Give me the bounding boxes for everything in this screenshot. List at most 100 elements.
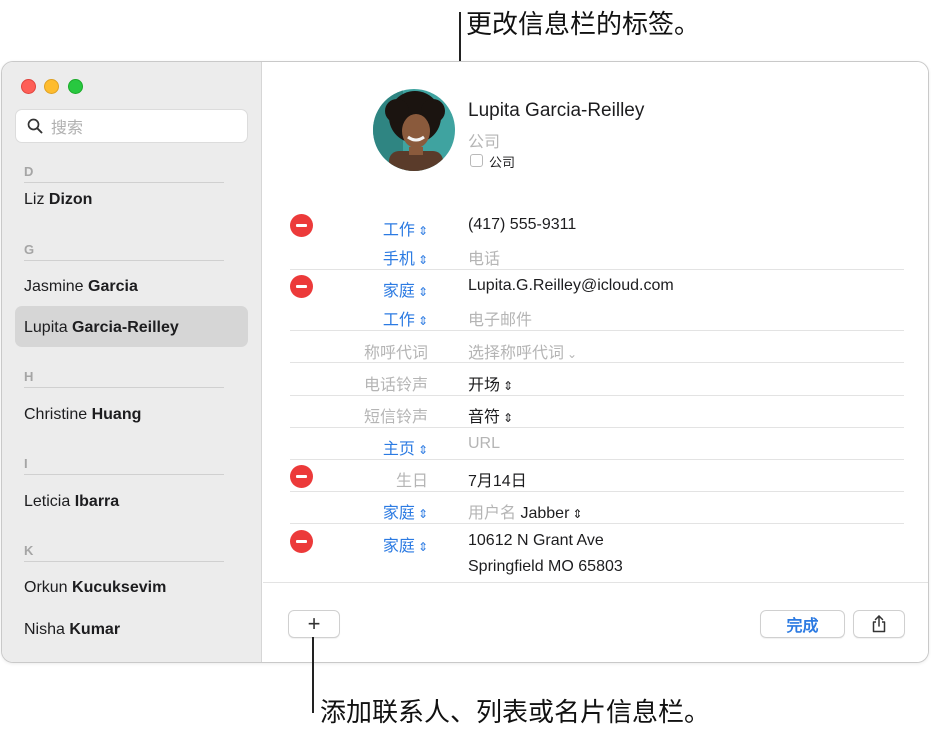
address-city[interactable]: Springfield MO 65803	[468, 558, 623, 576]
up-down-chevron-icon: ⇕	[417, 253, 428, 267]
pronouns-select[interactable]: 选择称呼代词 ⌄	[468, 339, 577, 363]
minimize-window-button[interactable]	[44, 79, 59, 94]
field-label: 工作	[382, 222, 415, 239]
contact-last-name: Huang	[91, 406, 142, 423]
ringtone-label: 电话铃声	[363, 377, 428, 394]
row-divider	[290, 459, 904, 460]
field-label: 手机	[382, 251, 415, 268]
share-icon	[872, 615, 886, 633]
close-window-button[interactable]	[21, 79, 36, 94]
email-value[interactable]: Lupita.G.Reilley@icloud.com	[468, 277, 674, 295]
contact-christine-huang[interactable]: Christine Huang	[24, 406, 141, 424]
section-divider	[24, 561, 224, 562]
contact-last-name: Ibarra	[74, 493, 120, 510]
text-tone-select[interactable]: 音符 ⇕	[468, 403, 513, 427]
pronouns-label: 称呼代词	[363, 345, 428, 362]
email-label-select[interactable]: 工作 ⇕	[263, 306, 428, 330]
im-label-select[interactable]: 家庭 ⇕	[263, 499, 428, 523]
address-label-select[interactable]: 家庭 ⇕	[263, 532, 428, 556]
footer-divider	[263, 582, 928, 583]
section-letter-h: H	[24, 369, 34, 384]
contact-liz-dizon[interactable]: Liz Dizon	[24, 191, 92, 209]
contact-first-name: Orkun	[24, 579, 68, 596]
zoom-window-button[interactable]	[68, 79, 83, 94]
avatar[interactable]	[373, 89, 455, 171]
avatar-photo	[373, 89, 455, 171]
contacts-window: 搜索 D Liz Dizon G Jasmine Garcia Lupita G…	[1, 61, 929, 663]
contact-last-name: Garcia	[88, 278, 138, 295]
ringtone-select[interactable]: 开场 ⇕	[468, 371, 513, 395]
contact-nisha-kumar[interactable]: Nisha Kumar	[24, 621, 120, 639]
birthday-value[interactable]: 7月14日	[468, 467, 527, 491]
row-divider	[290, 269, 904, 270]
section-letter-i: I	[24, 456, 28, 471]
callout-add-field: 添加联系人、列表或名片信息栏。	[320, 697, 711, 727]
contact-lupita-garcia-reilley[interactable]: Lupita Garcia-Reilley	[24, 319, 179, 337]
contact-first-name: Leticia	[24, 493, 71, 510]
im-field[interactable]: 用户名 Jabber ⇕	[468, 499, 582, 523]
up-down-chevron-icon: ⇕	[417, 224, 428, 238]
row-divider	[290, 491, 904, 492]
pronouns-value: 选择称呼代词	[468, 345, 565, 362]
done-button[interactable]: 完成	[760, 610, 845, 638]
field-label: 主页	[382, 441, 415, 458]
contact-orkun-kucuksevim[interactable]: Orkun Kucuksevim	[24, 579, 166, 597]
contact-last-name: Garcia-Reilley	[72, 319, 179, 336]
field-label: 工作	[382, 312, 415, 329]
section-letter-g: G	[24, 242, 35, 257]
ringtone-value: 开场	[468, 377, 501, 394]
phone-input[interactable]: 电话	[468, 245, 500, 269]
email-label-select[interactable]: 家庭 ⇕	[263, 277, 428, 301]
phone-value[interactable]: (417) 555-9311	[468, 216, 576, 234]
contact-leticia-ibarra[interactable]: Leticia Ibarra	[24, 493, 119, 511]
email-input[interactable]: 电子邮件	[468, 306, 532, 330]
homepage-label-select[interactable]: 主页 ⇕	[263, 435, 428, 459]
company-field[interactable]: 公司	[468, 128, 500, 152]
row-divider	[290, 427, 904, 428]
row-divider	[290, 523, 904, 524]
section-divider	[24, 260, 224, 261]
canvas: 更改信息栏的标签。 搜索 D Liz Dizon G Jasmine Garci…	[0, 0, 931, 729]
contact-name[interactable]: Lupita Garcia-Reilley	[468, 100, 644, 122]
im-service-value: Jabber	[520, 505, 570, 522]
contact-last-name: Kucuksevim	[72, 579, 167, 596]
section-letter-d: D	[24, 164, 34, 179]
row-divider	[290, 362, 904, 363]
search-icon	[27, 118, 43, 134]
field-label: 家庭	[382, 505, 415, 522]
contact-last-name: Kumar	[69, 621, 121, 638]
section-letter-k: K	[24, 543, 34, 558]
row-divider	[290, 395, 904, 396]
company-checkbox-label: 公司	[489, 155, 516, 170]
sidebar: 搜索 D Liz Dizon G Jasmine Garcia Lupita G…	[2, 62, 262, 662]
section-divider	[24, 474, 224, 475]
phone-label-select[interactable]: 工作 ⇕	[263, 216, 428, 240]
username-placeholder: 用户名	[468, 505, 517, 522]
search-placeholder: 搜索	[51, 120, 84, 137]
url-input[interactable]: URL	[468, 435, 500, 453]
contact-first-name: Liz	[24, 191, 45, 208]
section-divider	[24, 182, 224, 183]
search-input[interactable]: 搜索	[15, 109, 248, 143]
add-field-button[interactable]: +	[288, 610, 340, 638]
up-down-chevron-icon: ⇕	[417, 314, 428, 328]
contact-card: Lupita Garcia-Reilley 公司 公司 工作 ⇕ (417) 55…	[263, 62, 928, 662]
up-down-chevron-icon: ⇕	[503, 411, 514, 425]
callout-change-label: 更改信息栏的标签。	[466, 9, 701, 39]
company-checkbox[interactable]	[470, 154, 483, 167]
up-down-chevron-icon: ⇕	[417, 443, 428, 457]
chevron-down-icon: ⌄	[567, 347, 578, 361]
contact-first-name: Lupita	[24, 319, 68, 336]
up-down-chevron-icon: ⇕	[572, 507, 583, 521]
im-service-select[interactable]: Jabber ⇕	[520, 505, 582, 522]
contact-jasmine-garcia[interactable]: Jasmine Garcia	[24, 278, 138, 296]
share-button[interactable]	[853, 610, 905, 638]
contact-first-name: Christine	[24, 406, 88, 423]
up-down-chevron-icon: ⇕	[417, 507, 428, 521]
text-tone-value: 音符	[468, 409, 501, 426]
phone-label-select[interactable]: 手机 ⇕	[263, 245, 428, 269]
contact-last-name: Dizon	[48, 191, 93, 208]
address-street[interactable]: 10612 N Grant Ave	[468, 532, 604, 550]
text-tone-label: 短信铃声	[363, 409, 428, 426]
callout-bottom-line	[312, 637, 314, 713]
